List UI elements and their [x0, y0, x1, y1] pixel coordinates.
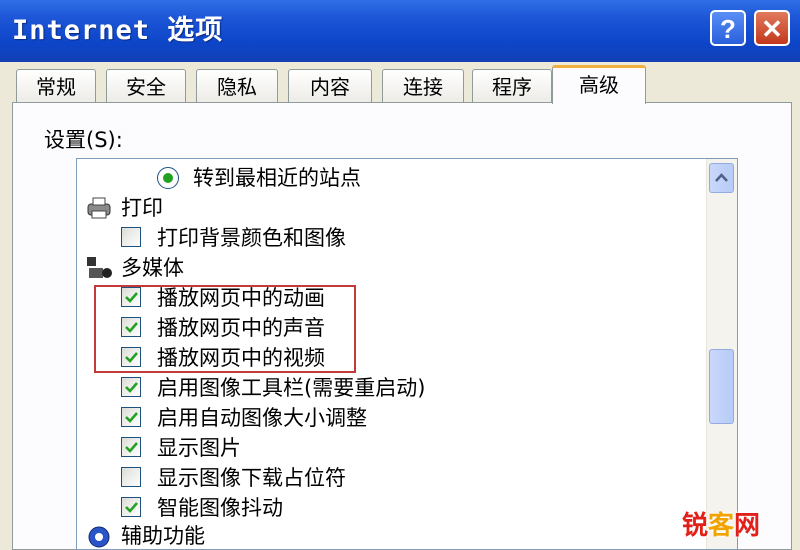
chevron-up-icon	[715, 173, 728, 182]
setting-label: 转到最相近的站点	[193, 166, 361, 190]
multimedia-icon	[87, 257, 112, 278]
checkmark-icon	[125, 442, 138, 453]
tab-general[interactable]: 常规	[16, 69, 96, 103]
accessibility-icon	[88, 526, 110, 548]
printer-icon	[87, 197, 111, 219]
tab-security[interactable]: 安全	[106, 69, 186, 103]
watermark-char: 锐	[682, 511, 709, 541]
checkmark-icon	[125, 412, 138, 423]
setting-label: 播放网页中的动画	[157, 286, 325, 310]
scroll-thumb[interactable]	[709, 349, 734, 424]
setting-label: 打印背景颜色和图像	[157, 226, 346, 250]
close-button[interactable]: ✕	[754, 10, 790, 46]
settings-label: 设置(S):	[44, 128, 123, 152]
checkbox[interactable]	[121, 347, 141, 367]
checkbox[interactable]	[121, 317, 141, 337]
tab-connections[interactable]: 连接	[382, 69, 464, 103]
settings-list[interactable]: 转到最相近的站点 打印 打印背景颜色和图像 多媒体 播放网页中的动画 播放网页中…	[76, 158, 738, 550]
checkmark-icon	[125, 292, 138, 303]
checkmark-icon	[125, 352, 138, 363]
tab-advanced[interactable]: 高级	[552, 65, 646, 104]
vertical-scrollbar[interactable]	[706, 159, 737, 549]
category-label: 辅助功能	[121, 524, 205, 548]
checkbox[interactable]	[121, 497, 141, 517]
tab-content[interactable]: 内容	[288, 69, 372, 103]
checkmark-icon	[125, 322, 138, 333]
checkbox[interactable]	[121, 377, 141, 397]
setting-label: 启用图像工具栏(需要重启动)	[157, 376, 426, 400]
setting-label: 显示图像下载占位符	[157, 466, 346, 490]
setting-label: 显示图片	[157, 436, 241, 460]
title-bar: Internet 选项 ? ✕	[0, 0, 800, 62]
checkbox[interactable]	[121, 407, 141, 427]
checkbox[interactable]	[121, 227, 141, 247]
checkmark-icon	[125, 502, 138, 513]
tab-privacy[interactable]: 隐私	[196, 69, 278, 103]
radio-button[interactable]	[157, 167, 179, 189]
window-title: Internet 选项	[12, 15, 224, 46]
tab-programs[interactable]: 程序	[472, 69, 552, 103]
watermark-char: 网	[734, 511, 761, 541]
checkbox[interactable]	[121, 437, 141, 457]
watermark-char: 客	[708, 511, 735, 541]
setting-label: 智能图像抖动	[157, 496, 283, 520]
setting-label: 播放网页中的声音	[157, 316, 325, 340]
help-button[interactable]: ?	[710, 10, 746, 46]
checkbox[interactable]	[121, 287, 141, 307]
tab-strip: 常规 安全 隐私 内容 连接 程序 高级	[12, 65, 792, 104]
scroll-up-button[interactable]	[709, 163, 734, 193]
checkmark-icon	[125, 382, 138, 393]
setting-label: 播放网页中的视频	[157, 346, 325, 370]
setting-label: 启用自动图像大小调整	[157, 406, 367, 430]
category-label: 多媒体	[121, 256, 184, 280]
checkbox[interactable]	[121, 467, 141, 487]
category-label: 打印	[121, 196, 163, 220]
watermark-logo: 锐客网	[682, 505, 760, 542]
